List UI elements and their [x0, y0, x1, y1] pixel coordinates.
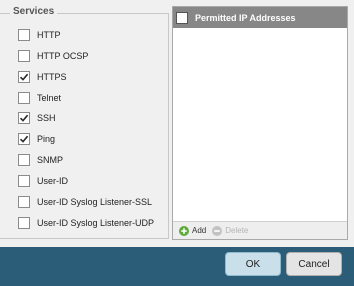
add-button[interactable]: Add [179, 225, 207, 236]
checkbox[interactable] [18, 50, 30, 62]
button-bar: OK Cancel [0, 247, 354, 286]
service-user-id-syslog-ssl[interactable]: User-ID Syslog Listener-SSL [18, 195, 152, 209]
service-user-id[interactable]: User-ID [18, 174, 68, 188]
minus-icon [212, 225, 223, 236]
checkbox[interactable] [18, 112, 30, 124]
permitted-ip-header-label: Permitted IP Addresses [195, 12, 296, 23]
checkbox[interactable] [18, 92, 30, 104]
permitted-ip-list[interactable] [173, 28, 347, 221]
checkbox[interactable] [18, 154, 30, 166]
service-http-ocsp[interactable]: HTTP OCSP [18, 49, 88, 63]
service-snmp[interactable]: SNMP [18, 153, 63, 167]
service-label: User-ID Syslog Listener-SSL [37, 197, 153, 207]
checkmark-icon [19, 114, 29, 122]
checkbox[interactable] [18, 217, 30, 229]
checkbox[interactable] [18, 71, 30, 83]
permitted-ip-footer: Add Delete [173, 221, 347, 239]
delete-label: Delete [225, 226, 249, 235]
checkmark-icon [19, 73, 29, 81]
service-label: Telnet [37, 93, 62, 103]
service-label: Ping [37, 134, 56, 144]
service-label: SSH [37, 113, 56, 123]
service-label: HTTP OCSP [37, 51, 89, 61]
service-ssh[interactable]: SSH [18, 111, 56, 125]
service-https[interactable]: HTTPS [18, 70, 67, 84]
checkbox[interactable] [18, 196, 30, 208]
checkmark-icon [19, 135, 29, 143]
service-label: HTTPS [37, 72, 67, 82]
ok-button[interactable]: OK [225, 252, 281, 276]
cancel-button[interactable]: Cancel [286, 252, 342, 276]
dialog-body: Services HTTP HTTP OCSP HTTPS Telnet SSH… [0, 0, 354, 247]
permitted-ip-panel: Permitted IP Addresses Add Delete [172, 6, 348, 240]
delete-button[interactable]: Delete [212, 225, 249, 236]
select-all-checkbox[interactable] [176, 11, 188, 24]
service-ping[interactable]: Ping [18, 132, 55, 146]
checkbox[interactable] [18, 175, 30, 187]
permitted-ip-header: Permitted IP Addresses [173, 7, 347, 28]
service-label: SNMP [37, 155, 64, 165]
add-label: Add [192, 226, 207, 235]
service-label: User-ID Syslog Listener-UDP [37, 218, 155, 228]
checkbox[interactable] [18, 29, 30, 41]
checkbox[interactable] [18, 133, 30, 145]
services-legend: Services [10, 6, 58, 17]
service-http[interactable]: HTTP [18, 28, 61, 42]
service-label: HTTP [37, 30, 61, 40]
service-user-id-syslog-udp[interactable]: User-ID Syslog Listener-UDP [18, 216, 154, 230]
service-label: User-ID [37, 176, 68, 186]
service-telnet[interactable]: Telnet [18, 91, 61, 105]
plus-icon [179, 225, 189, 236]
